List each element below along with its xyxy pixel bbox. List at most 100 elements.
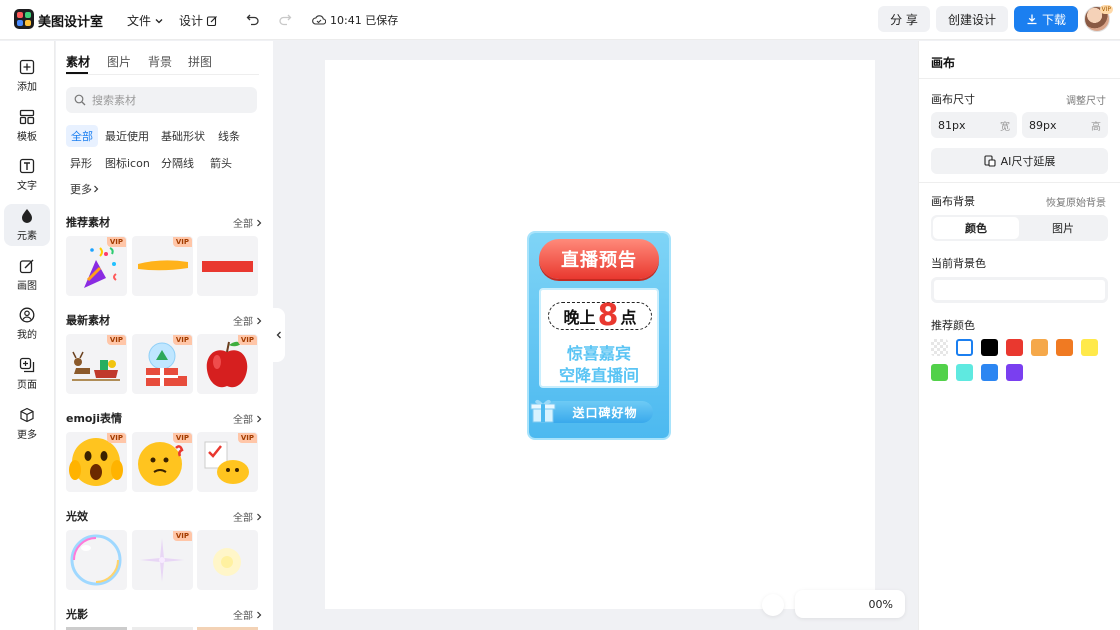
- rail-item-label: 页面: [17, 380, 37, 391]
- chip-dividers[interactable]: 分隔线: [156, 152, 199, 174]
- swatch-purple[interactable]: [1006, 364, 1023, 381]
- rail-item-add[interactable]: 添加: [4, 55, 50, 97]
- chevron-right-icon: [255, 610, 263, 620]
- width-value: 81px: [938, 118, 966, 132]
- swatch-blue[interactable]: [981, 364, 998, 381]
- rail-item-label: 更多: [17, 430, 37, 441]
- section-title-recommended: 推荐素材: [66, 216, 110, 229]
- rail-item-more[interactable]: 更多: [4, 403, 50, 445]
- page-icon: [19, 357, 35, 373]
- see-all-link[interactable]: 全部: [233, 509, 263, 524]
- app-name: 美图设计室: [38, 15, 104, 30]
- chip-icons[interactable]: 图标icon: [100, 152, 155, 174]
- redo-icon[interactable]: [278, 12, 292, 26]
- recommended-colors-label: 推荐颜色: [931, 319, 975, 332]
- tab-materials[interactable]: 素材: [66, 53, 90, 70]
- section-title-light-effects: 光效: [66, 510, 88, 523]
- save-status-text: 10:41 已保存: [330, 14, 399, 27]
- asset-checklist-emoji[interactable]: VIP: [197, 432, 258, 492]
- ai-resize-label: AI尺寸延展: [1000, 155, 1056, 168]
- swatch-light-orange[interactable]: [1031, 339, 1048, 356]
- width-field[interactable]: 81px 宽: [931, 112, 1017, 138]
- search-icon: [74, 94, 86, 106]
- swatch-white[interactable]: [956, 339, 973, 356]
- rail-item-elements[interactable]: 元素: [4, 204, 50, 246]
- search-input[interactable]: [92, 93, 242, 107]
- swatch-cyan[interactable]: [956, 364, 973, 381]
- current-bg-label: 当前背景色: [931, 257, 986, 270]
- asset-thinking-emoji[interactable]: VIP: [132, 432, 193, 492]
- chip-recent[interactable]: 最近使用: [100, 125, 154, 147]
- file-menu[interactable]: 文件: [127, 12, 164, 29]
- see-all-link[interactable]: 全部: [233, 411, 263, 426]
- create-design-button[interactable]: 创建设计: [936, 6, 1008, 32]
- chip-basic-shapes[interactable]: 基础形状: [156, 125, 210, 147]
- asset-bubble[interactable]: [66, 530, 127, 590]
- seg-image[interactable]: 图片: [1020, 217, 1106, 239]
- design-menu[interactable]: 设计: [179, 12, 218, 29]
- asset-glow[interactable]: [197, 530, 258, 590]
- properties-panel: 画布 画布尺寸 调整尺寸 81px 宽 89px 高 AI尺寸延展 画布背景 恢…: [918, 41, 1120, 630]
- vip-badge: VIP: [172, 237, 192, 247]
- vip-badge: VIP: [1099, 5, 1113, 14]
- asset-sparkle[interactable]: VIP: [132, 530, 193, 590]
- swatch-green[interactable]: [931, 364, 948, 381]
- swatch-yellow[interactable]: [1081, 339, 1098, 356]
- app-logo-icon[interactable]: [14, 9, 34, 29]
- rail-item-draw[interactable]: 画图: [4, 254, 50, 296]
- rail-item-mine[interactable]: 我的: [4, 303, 50, 345]
- asset-party-popper[interactable]: VIP: [66, 236, 127, 296]
- adjust-size-link[interactable]: 调整尺寸: [1066, 92, 1106, 107]
- download-label: 下载: [1041, 12, 1066, 27]
- asset-reindeer-sleigh[interactable]: VIP: [66, 334, 127, 394]
- poster-element[interactable]: 直播预告 晚上 8 点 惊喜嘉宾 空降直播间 送口碑好物: [529, 233, 669, 438]
- swatch-red[interactable]: [1006, 339, 1023, 356]
- asset-red-bar[interactable]: [197, 236, 258, 296]
- see-all-link[interactable]: 全部: [233, 313, 263, 328]
- tab-backgrounds[interactable]: 背景: [148, 53, 172, 70]
- plus-square-icon: [19, 59, 35, 75]
- see-all-link[interactable]: 全部: [233, 607, 263, 622]
- chip-lines[interactable]: 线条: [213, 125, 245, 147]
- see-all-link[interactable]: 全部: [233, 215, 263, 230]
- seg-color[interactable]: 颜色: [933, 217, 1019, 239]
- chip-more[interactable]: 更多: [65, 178, 105, 200]
- asset-snow-globe-gift[interactable]: VIP: [132, 334, 193, 394]
- rail-item-label: 元素: [17, 231, 37, 242]
- ai-resize-button[interactable]: AI尺寸延展: [931, 148, 1108, 174]
- tab-collage[interactable]: 拼图: [188, 53, 212, 70]
- restore-bg-link[interactable]: 恢复原始背景: [1046, 194, 1106, 209]
- zoom-indicator[interactable]: 00%: [795, 590, 905, 618]
- undo-icon[interactable]: [246, 12, 260, 26]
- shapes-icon: [19, 208, 35, 224]
- see-all-label: 全部: [233, 415, 253, 426]
- resize-icon: [984, 155, 996, 167]
- swatch-orange[interactable]: [1056, 339, 1073, 356]
- asset-shocked-emoji[interactable]: VIP: [66, 432, 127, 492]
- asset-red-apple[interactable]: VIP: [197, 334, 258, 394]
- rail-item-label: 添加: [17, 82, 37, 93]
- chip-all[interactable]: 全部: [66, 125, 98, 147]
- collapse-panel-handle[interactable]: [273, 308, 285, 362]
- divider: [919, 78, 1120, 79]
- poster-time-suffix: 点: [620, 308, 637, 327]
- avatar[interactable]: VIP: [1084, 5, 1113, 32]
- rail-item-text[interactable]: 文字: [4, 154, 50, 196]
- tab-images[interactable]: 图片: [107, 53, 131, 70]
- asset-brush-stroke[interactable]: VIP: [132, 236, 193, 296]
- chip-irregular[interactable]: 异形: [65, 152, 97, 174]
- current-bg-color-field[interactable]: [931, 277, 1108, 303]
- chevron-right-icon: [255, 512, 263, 522]
- rail-item-template[interactable]: 模板: [4, 105, 50, 147]
- gift-box-icon: [529, 395, 559, 425]
- swatch-transparent[interactable]: [931, 339, 948, 356]
- rail-item-pages[interactable]: 页面: [4, 353, 50, 395]
- height-field[interactable]: 89px 高: [1022, 112, 1108, 138]
- share-button[interactable]: 分 享: [878, 6, 930, 32]
- vip-badge: VIP: [106, 335, 126, 345]
- chip-arrows[interactable]: 箭头: [205, 152, 237, 174]
- swatch-black[interactable]: [981, 339, 998, 356]
- download-button[interactable]: 下载: [1014, 6, 1078, 32]
- zoom-control-dot[interactable]: [762, 594, 784, 616]
- poster-footer-text: 送口碑好物: [572, 405, 638, 420]
